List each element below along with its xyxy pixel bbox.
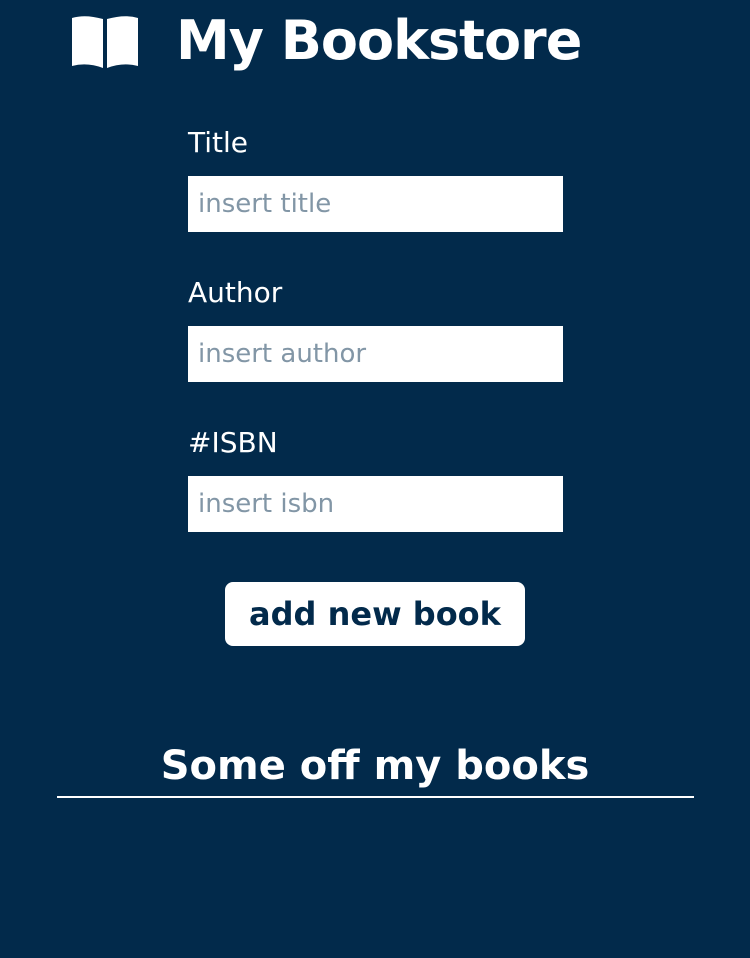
add-book-form: Title Author #ISBN (188, 122, 563, 572)
title-input[interactable] (188, 176, 563, 232)
isbn-field-group: #ISBN (188, 422, 563, 532)
add-new-book-button[interactable]: add new book (225, 582, 525, 646)
isbn-input[interactable] (188, 476, 563, 532)
app-header: My Bookstore (70, 6, 582, 76)
title-label: Title (188, 126, 249, 159)
author-input[interactable] (188, 326, 563, 382)
open-book-icon (72, 16, 138, 68)
author-label: Author (188, 276, 283, 309)
author-field-group: Author (188, 272, 563, 382)
page: My Bookstore Title Author #ISBN add new … (0, 0, 750, 958)
app-title: My Bookstore (176, 9, 582, 72)
isbn-label: #ISBN (188, 426, 278, 459)
books-section-heading: Some off my books (160, 743, 590, 789)
books-divider (57, 796, 694, 798)
title-field-group: Title (188, 122, 563, 232)
